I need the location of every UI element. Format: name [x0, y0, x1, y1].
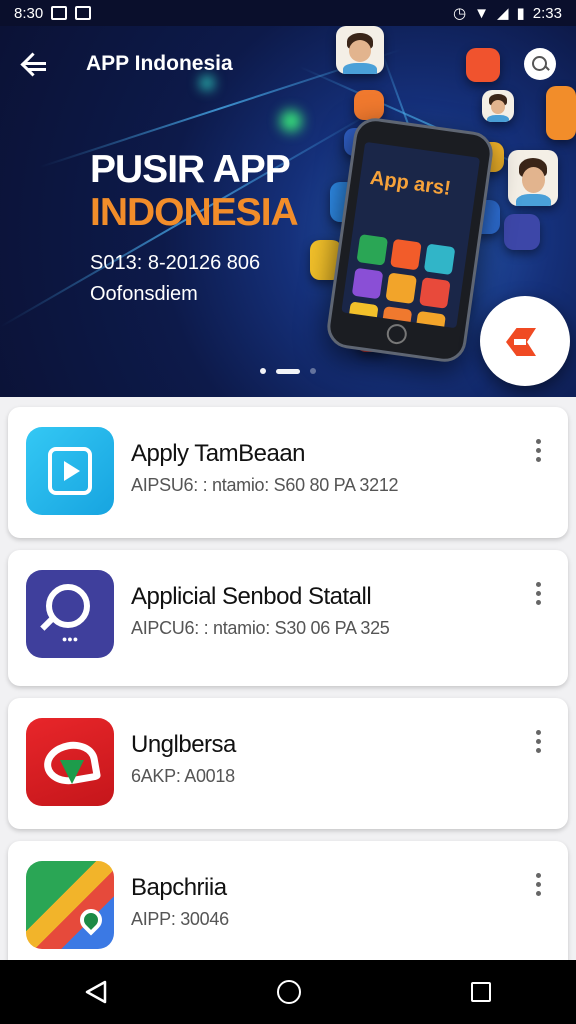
app-meta: 6AKP: A0018: [131, 766, 235, 786]
play-tile-icon: [26, 427, 114, 515]
search-icon[interactable]: [524, 48, 556, 80]
more-options-icon[interactable]: [528, 439, 548, 467]
status-time-right: 2:33: [532, 4, 562, 22]
heart-arrow-icon: [26, 718, 114, 806]
image-notification-icon: [75, 6, 92, 20]
home-circle-icon[interactable]: [277, 980, 301, 1004]
system-nav-bar: [0, 960, 576, 1024]
alarm-icon: ◷: [453, 5, 467, 22]
more-options-icon[interactable]: [528, 730, 548, 758]
status-bar: 8:30 ◷ ▼ ◢ ▮ 2:33: [0, 0, 576, 26]
hero-meta-line2: Oofonsdiem: [90, 283, 198, 305]
hero-title: PUSIR APP INDONESIA: [90, 148, 299, 234]
app-name: Apply TamBeaan: [131, 440, 306, 467]
recents-square-icon[interactable]: [471, 982, 491, 1002]
map-pin-icon: [26, 861, 114, 949]
app-meta: AIPP: 30046: [131, 909, 229, 929]
more-options-icon[interactable]: [528, 582, 548, 610]
app-name: Unglbersa: [131, 731, 236, 758]
signal-icon: ◢: [496, 5, 509, 22]
notification-icon: [51, 6, 68, 20]
app-name: Applicial Senbod Statall: [131, 583, 372, 610]
hero-title-line1: PUSIR APP: [90, 148, 291, 191]
battery-icon: ▮: [516, 5, 525, 22]
hero-title-line2: INDONESIA: [90, 191, 299, 234]
app-meta: AIPSU6: : ntamio: S60 80 PA 3212: [131, 475, 399, 495]
chat-search-icon: ●●●: [26, 570, 114, 658]
hero-subtitle: S013: 8-20126 806 Oofonsdiem: [90, 248, 260, 310]
more-options-icon[interactable]: [528, 873, 548, 901]
back-triangle-icon[interactable]: [85, 980, 107, 1004]
carousel-dot-active[interactable]: [276, 368, 300, 374]
app-list: Apply TamBeaan AIPSU6: : ntamio: S60 80 …: [0, 397, 576, 960]
app-meta: AIPCU6: : ntamio: S30 06 PA 325: [131, 618, 390, 638]
hero-meta-line1: S013: 8-20126 806: [90, 252, 261, 274]
back-arrow-icon[interactable]: [20, 48, 52, 80]
carousel-dot[interactable]: [310, 368, 316, 374]
page-title: APP Indonesia: [86, 52, 233, 75]
status-time-left: 8:30: [14, 4, 44, 22]
floating-app-icon: [504, 214, 540, 250]
list-item[interactable]: Unglbersa 6AKP: A0018: [8, 698, 568, 829]
list-item[interactable]: ●●● Applicial Senbod Statall AIPCU6: : n…: [8, 550, 568, 686]
wifi-icon: ▼: [474, 4, 489, 22]
carousel-indicator: [0, 368, 576, 374]
list-item[interactable]: Apply TamBeaan AIPSU6: : ntamio: S60 80 …: [8, 407, 568, 538]
avatar-man-icon: [508, 150, 558, 206]
phone-screen-heading: App ars!: [368, 166, 453, 201]
app-name: Bapchriia: [131, 874, 227, 901]
list-item[interactable]: Bapchriia AIPP: 30046: [8, 841, 568, 960]
carousel-dot[interactable]: [260, 368, 266, 374]
app-bar: APP Indonesia: [0, 26, 576, 102]
